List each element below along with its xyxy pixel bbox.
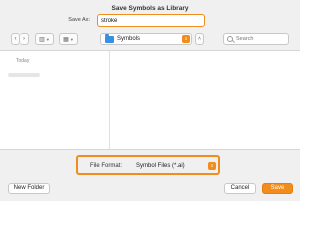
cancel-button[interactable]: Cancel [224, 183, 256, 194]
group-by-button[interactable]: ▦ ▼ [59, 33, 78, 45]
popup-stepper-icon: ⇕ [208, 162, 216, 170]
grid-view-icon: ▦ ▼ [63, 36, 74, 43]
chevron-left-icon: ‹ [14, 36, 17, 42]
list-item[interactable] [8, 71, 58, 78]
chevron-down-icon: ▼ [45, 36, 50, 42]
save-button[interactable]: Save [262, 183, 293, 194]
back-button[interactable]: ‹ [11, 33, 20, 45]
location-popup[interactable]: Symbols ⇕ [100, 33, 192, 45]
search-input[interactable] [236, 36, 288, 42]
file-format-row: File Format: Symbol Files (*.ai) ⇕ [76, 155, 220, 175]
chevron-right-icon: › [23, 36, 25, 42]
dialog-title: Save Symbols as Library [111, 5, 189, 12]
chevron-up-icon: ˄ [198, 36, 201, 42]
save-dialog: Save Symbols as Library Save As: ‹ › ▥▼ … [0, 0, 300, 201]
search-icon [227, 36, 233, 42]
new-folder-button[interactable]: New Folder [8, 183, 50, 194]
folder-icon [105, 34, 114, 43]
file-browser: Today [0, 50, 300, 150]
toolbar: ‹ › ▥ ▼ ▦ ▼ Symbols ⇕ ˄ [0, 33, 300, 49]
browser-column-2 [110, 51, 300, 149]
expand-button[interactable]: ˄ [195, 33, 204, 45]
column-view-icon: ▥ ▼ [39, 36, 50, 43]
group-header: Today [16, 58, 30, 64]
save-as-input[interactable] [97, 14, 205, 27]
location-label: Symbols [117, 36, 141, 42]
save-as-label: Save As: [68, 17, 90, 23]
search-field[interactable] [223, 33, 289, 45]
file-format-value: Symbol Files (*.ai) [136, 163, 185, 169]
file-format-select[interactable]: Symbol Files (*.ai) ⇕ [133, 160, 219, 172]
view-mode-button[interactable]: ▥ ▼ [35, 33, 54, 45]
forward-button[interactable]: › [20, 33, 29, 45]
file-format-label: File Format: [90, 163, 123, 169]
popup-stepper-icon: ⇕ [182, 35, 190, 43]
browser-column-1: Today [0, 51, 110, 149]
chevron-down-icon: ▼ [69, 36, 74, 42]
blurred-filename [8, 72, 40, 77]
